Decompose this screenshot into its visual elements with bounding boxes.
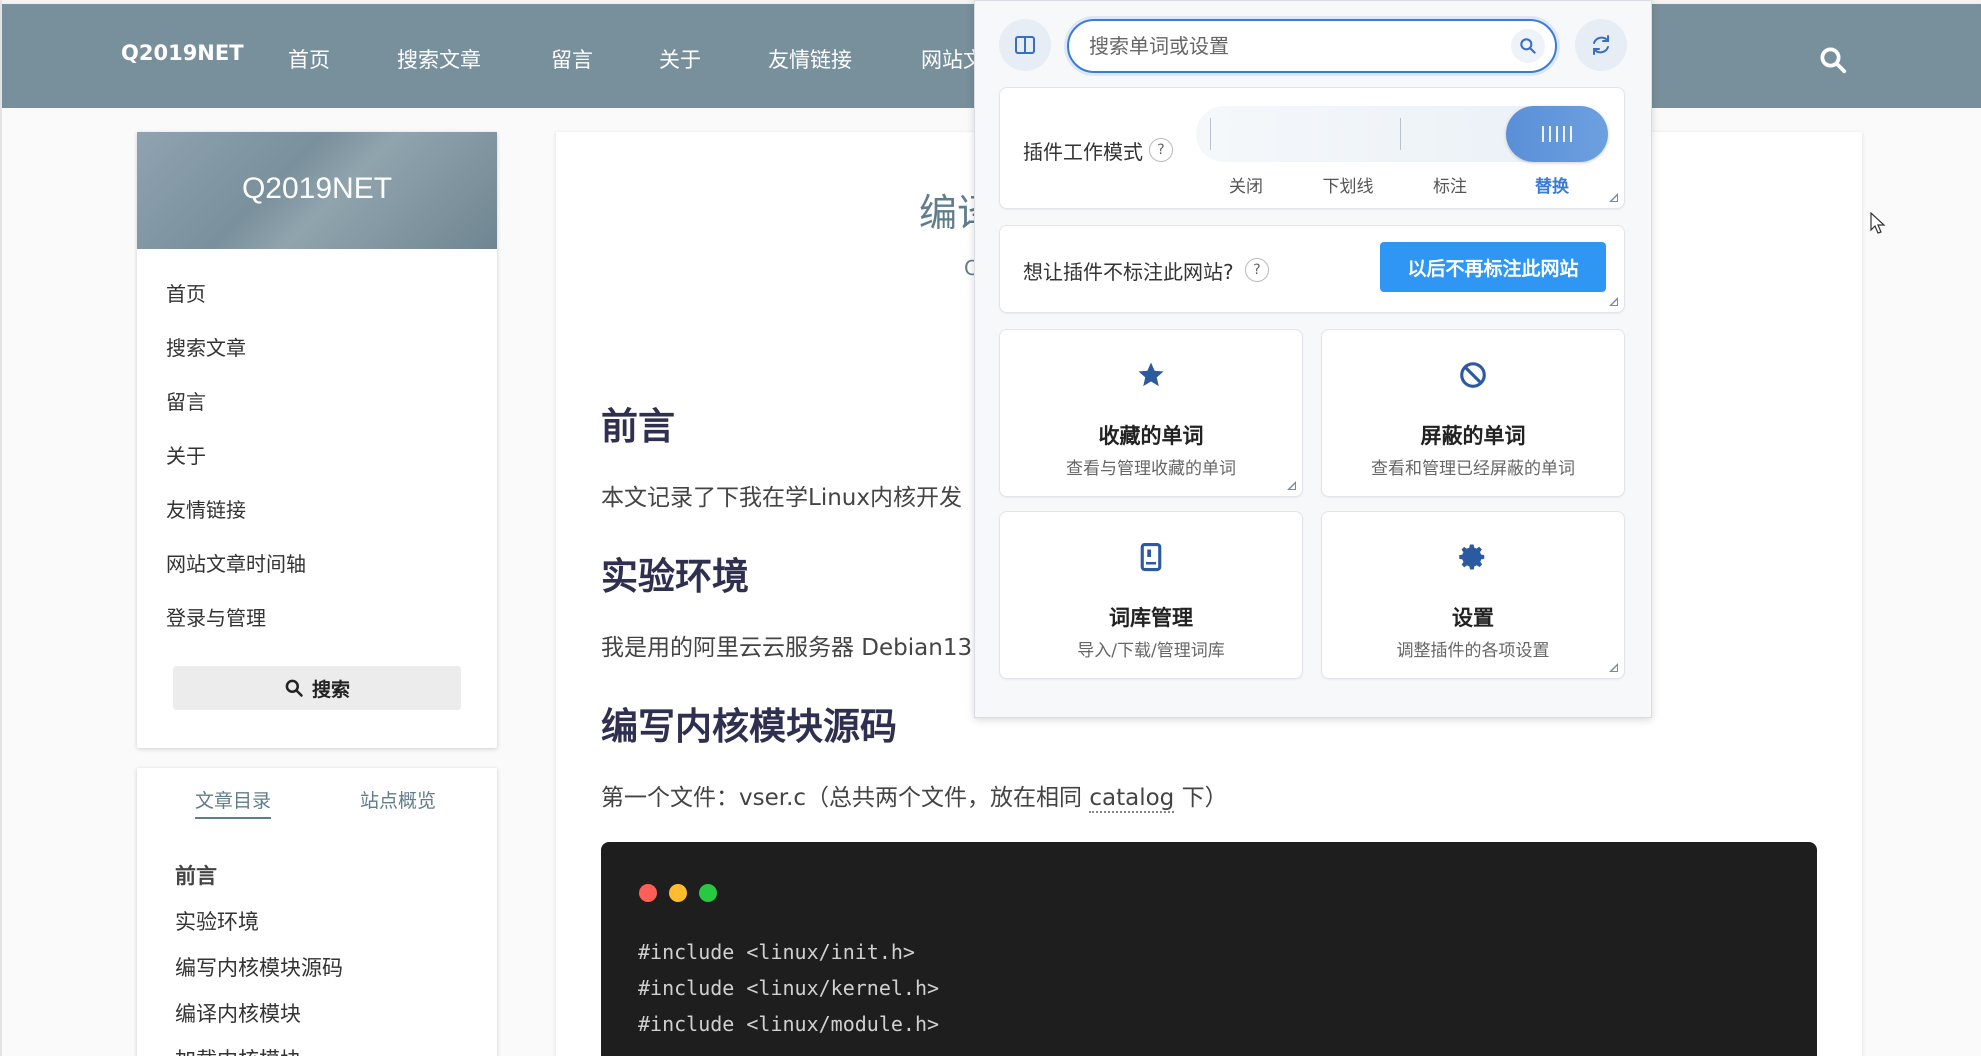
section-paragraph: 第一个文件：vser.c（总共两个文件，放在相同 catalog 下） — [601, 778, 1228, 813]
corner-mark — [1609, 297, 1618, 306]
sidebar-link-about[interactable]: 关于 — [166, 440, 206, 469]
feature-title: 词库管理 — [1109, 606, 1193, 630]
tab-article-toc[interactable]: 文章目录 — [195, 786, 272, 819]
mouse-cursor — [1870, 211, 1886, 240]
search-icon — [285, 679, 303, 697]
toc-item[interactable]: 前言 — [175, 860, 217, 890]
mode-option-off[interactable]: 关闭 — [1201, 172, 1291, 197]
nav-item-about[interactable]: 关于 — [659, 44, 701, 74]
catalog-term[interactable]: catalog — [1089, 785, 1175, 813]
toc-card: 文章目录 站点概览 前言 实验环境 编写内核模块源码 编译内核模块 加载内核模块 — [137, 768, 497, 1056]
corner-mark — [1609, 193, 1618, 202]
sidebar-search-button[interactable]: 搜索 — [173, 666, 461, 710]
nav-item-search-articles[interactable]: 搜索文章 — [397, 44, 481, 74]
star-icon — [1000, 360, 1302, 390]
search-icon[interactable] — [1818, 45, 1848, 75]
paragraph-text: 下） — [1174, 785, 1228, 811]
plugin-search-box — [1067, 19, 1557, 73]
feature-desc: 调整插件的各项设置 — [1396, 641, 1550, 661]
section-heading: 前言 — [601, 405, 675, 448]
mode-slider[interactable] — [1196, 106, 1608, 162]
site-card: 想让插件不标注此网站? ? 以后不再标注此网站 — [999, 225, 1625, 313]
section-paragraph: 本文记录了下我在学Linux内核开发 — [601, 485, 962, 511]
window-dot-yellow — [669, 884, 687, 902]
sidebar-link-home[interactable]: 首页 — [166, 278, 206, 307]
toc-item[interactable]: 实验环境 — [175, 906, 259, 936]
corner-mark — [1287, 481, 1296, 490]
toc-item[interactable]: 编译内核模块 — [175, 998, 301, 1028]
code-line: #include <linux/module.h> — [638, 1012, 940, 1036]
feature-desc: 查看与管理收藏的单词 — [1066, 459, 1236, 479]
favorites-card[interactable]: 收藏的单词 查看与管理收藏的单词 — [999, 329, 1303, 497]
mode-divider — [1400, 118, 1401, 150]
code-line: #include <linux/kernel.h> — [638, 976, 940, 1000]
site-label: 想让插件不标注此网站? — [1023, 260, 1234, 284]
help-icon[interactable]: ? — [1149, 138, 1173, 162]
sidebar-header: Q2019NET — [137, 132, 497, 249]
code-block: #include <linux/init.h> #include <linux/… — [601, 842, 1817, 1056]
corner-mark — [1609, 663, 1618, 672]
help-icon[interactable]: ? — [1245, 258, 1269, 282]
sidebar-card: Q2019NET 首页 搜索文章 留言 关于 友情链接 网站文章时间轴 登录与管… — [137, 132, 497, 748]
feature-desc: 查看和管理已经屏蔽的单词 — [1371, 459, 1575, 479]
mode-option-annotate[interactable]: 标注 — [1405, 172, 1495, 197]
window-dot-red — [639, 884, 657, 902]
sidebar-title: Q2019NET — [241, 172, 393, 205]
toc-item[interactable]: 编写内核模块源码 — [175, 952, 343, 982]
nav-item-home[interactable]: 首页 — [288, 44, 330, 74]
tab-site-overview[interactable]: 站点概览 — [360, 786, 436, 813]
plugin-search-input[interactable] — [1089, 31, 1489, 61]
dictionary-card[interactable]: 词库管理 导入/下载/管理词库 — [999, 511, 1303, 679]
plugin-popup: 插件工作模式 ? 关闭 下划线 标注 替换 想让插件不标注此网站? ? 以后不再… — [974, 0, 1652, 718]
feature-desc: 导入/下载/管理词库 — [1077, 641, 1225, 661]
toc-item[interactable]: 加载内核模块 — [175, 1044, 301, 1056]
sidebar-link-guestbook[interactable]: 留言 — [166, 386, 206, 415]
mode-divider — [1210, 118, 1211, 150]
mode-card: 插件工作模式 ? 关闭 下划线 标注 替换 — [999, 87, 1625, 209]
window-frame-left — [0, 0, 2, 1056]
disable-site-button[interactable]: 以后不再标注此网站 — [1380, 242, 1606, 292]
section-heading: 编写内核模块源码 — [601, 705, 897, 748]
paragraph-text: 第一个文件：vser.c（总共两个文件，放在相同 — [601, 785, 1090, 811]
nav-item-guestbook[interactable]: 留言 — [551, 44, 593, 74]
reader-icon[interactable] — [999, 19, 1051, 71]
sidebar-link-login-manage[interactable]: 登录与管理 — [166, 602, 266, 631]
sidebar-link-search-articles[interactable]: 搜索文章 — [166, 332, 246, 361]
mode-label: 插件工作模式 — [1023, 140, 1143, 164]
mode-option-replace[interactable]: 替换 — [1507, 172, 1597, 197]
blocked-card[interactable]: 屏蔽的单词 查看和管理已经屏蔽的单词 — [1321, 329, 1625, 497]
search-icon[interactable] — [1511, 29, 1545, 63]
sidebar-link-friend-links[interactable]: 友情链接 — [166, 494, 246, 523]
mode-slider-thumb[interactable] — [1506, 106, 1608, 162]
mode-option-underline[interactable]: 下划线 — [1303, 172, 1393, 197]
sidebar-link-timeline[interactable]: 网站文章时间轴 — [166, 548, 306, 577]
code-line: #include <linux/init.h> — [638, 940, 915, 964]
window-dot-green — [699, 884, 717, 902]
book-icon — [1000, 542, 1302, 572]
block-icon — [1322, 360, 1624, 390]
feature-title: 设置 — [1452, 606, 1494, 630]
nav-brand[interactable]: Q2019NET — [121, 41, 244, 65]
feature-title: 屏蔽的单词 — [1420, 424, 1526, 448]
refresh-icon[interactable] — [1575, 19, 1627, 71]
section-paragraph: 我是用的阿里云云服务器 Debian13 — [601, 635, 973, 661]
feature-title: 收藏的单词 — [1098, 424, 1204, 448]
section-heading: 实验环境 — [601, 555, 749, 598]
gear-icon — [1322, 542, 1624, 572]
settings-card[interactable]: 设置 调整插件的各项设置 — [1321, 511, 1625, 679]
nav-item-friend-links[interactable]: 友情链接 — [768, 44, 852, 74]
sidebar-search-label: 搜索 — [311, 679, 350, 701]
